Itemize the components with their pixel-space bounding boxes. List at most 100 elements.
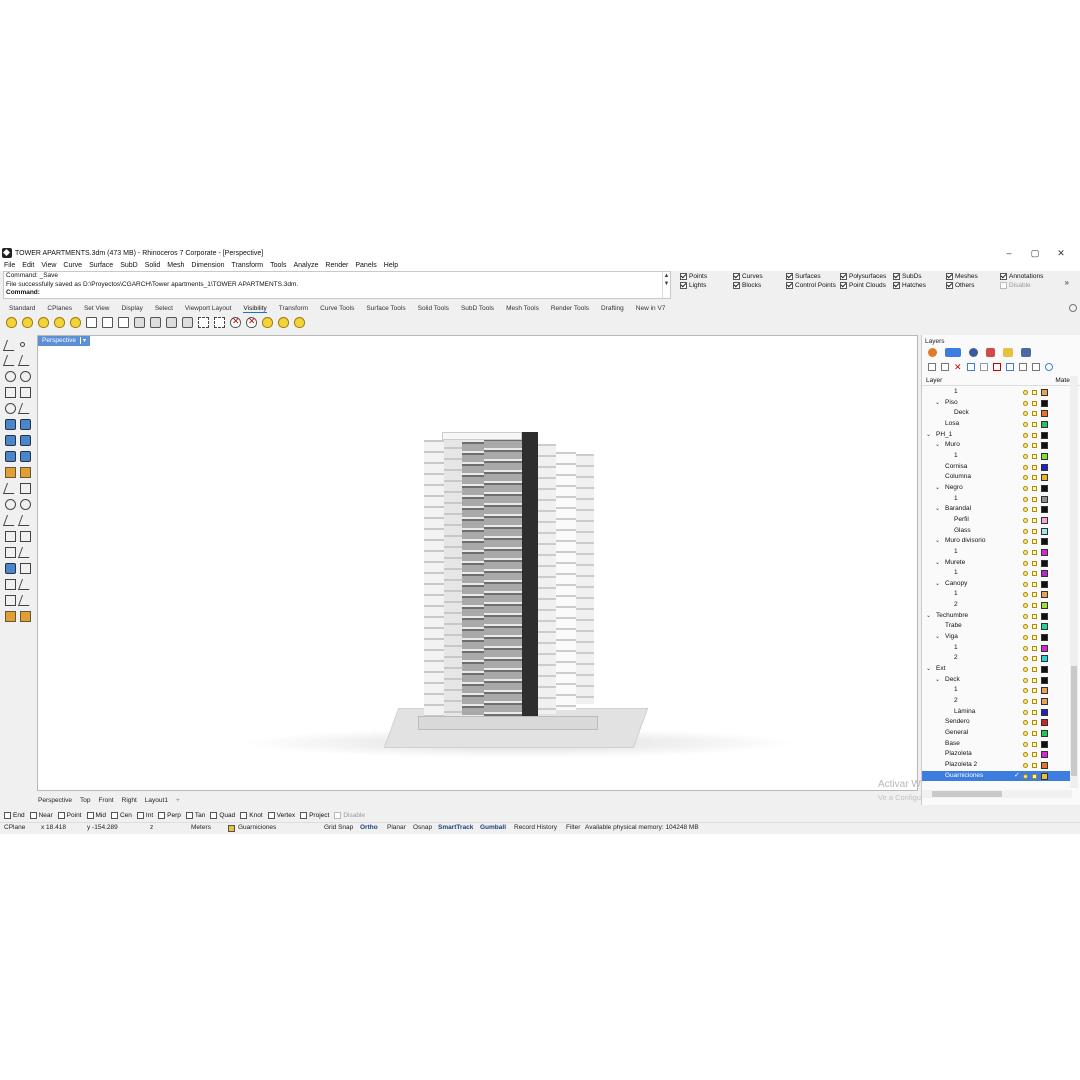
paint-icon[interactable] [20, 611, 31, 622]
osnap-toggle[interactable]: Osnap [413, 824, 432, 831]
layer-row[interactable]: 2 [922, 600, 1070, 611]
filter-curves[interactable]: Curves [733, 273, 763, 280]
menu-tools[interactable]: Tools [270, 262, 286, 269]
menu-edit[interactable]: Edit [22, 262, 34, 269]
lock-icon[interactable] [1032, 421, 1037, 427]
checkbox[interactable] [185, 811, 193, 819]
osnap-vertex[interactable]: Vertex [267, 811, 295, 819]
layer-row[interactable]: Columna [922, 472, 1070, 483]
tab-curve-tools[interactable]: Curve Tools [320, 305, 354, 312]
move-to-parent-icon[interactable] [993, 362, 1001, 371]
chevron-down-icon[interactable]: ⌄ [935, 558, 940, 569]
chevron-down-icon[interactable]: ⌄ [935, 504, 940, 515]
polygon-icon[interactable] [5, 387, 16, 398]
layer-color-swatch[interactable] [1041, 676, 1048, 684]
render-icon[interactable] [5, 611, 16, 622]
checkbox[interactable] [158, 811, 166, 819]
osnap-mid[interactable]: Mid [86, 811, 106, 819]
files-tab-icon[interactable] [1003, 348, 1013, 357]
checkbox[interactable] [267, 811, 275, 819]
viewtab-perspective[interactable]: Perspective [38, 797, 72, 804]
grid-icon[interactable] [198, 317, 209, 328]
checkbox[interactable] [786, 273, 793, 280]
scale-icon[interactable] [20, 499, 31, 510]
lock-icon[interactable] [1032, 464, 1037, 470]
visibility-bulb-icon[interactable] [1023, 421, 1028, 427]
fillet-icon[interactable] [17, 403, 34, 414]
layer-row[interactable]: ⌄ PH_1 [922, 430, 1070, 441]
command-area[interactable]: Command: _Save File successfully saved a… [3, 271, 671, 299]
layer-color-swatch[interactable] [1041, 548, 1048, 556]
new-layer-icon[interactable] [928, 362, 936, 371]
lock-icon[interactable] [1032, 528, 1037, 534]
chevron-down-icon[interactable]: ⌄ [935, 675, 940, 686]
point-icon[interactable] [20, 342, 25, 347]
filter-icon[interactable] [1006, 362, 1014, 371]
checkbox[interactable] [840, 273, 847, 280]
osnap-quad[interactable]: Quad [210, 811, 235, 819]
lock-icon[interactable] [1032, 400, 1037, 406]
lock-icon[interactable] [1032, 613, 1037, 619]
light-bulb-icon[interactable] [22, 317, 33, 328]
visibility-bulb-icon[interactable] [1023, 560, 1028, 566]
visibility-bulb-icon[interactable] [1023, 592, 1028, 598]
visibility-bulb-icon[interactable] [1023, 400, 1028, 406]
grid-icon[interactable] [214, 317, 225, 328]
layer-color-swatch[interactable] [1041, 687, 1048, 695]
layer-row[interactable]: Deck [922, 408, 1070, 419]
menu-solid[interactable]: Solid [145, 262, 161, 269]
chevron-down-icon[interactable]: ⌄ [935, 483, 940, 494]
lock-icon[interactable] [1032, 709, 1037, 715]
osnap-knot[interactable]: Knot [240, 811, 263, 819]
tools-icon[interactable] [1019, 362, 1027, 371]
visibility-bulb-icon[interactable] [1023, 624, 1028, 630]
light-bulb-icon[interactable] [278, 317, 289, 328]
checkbox[interactable] [733, 273, 740, 280]
lock-icon[interactable] [1032, 411, 1037, 417]
layer-color-swatch[interactable] [1041, 655, 1048, 663]
lock-icon[interactable] [1032, 762, 1037, 768]
lock-icon[interactable] [1032, 485, 1037, 491]
layer-color-swatch[interactable] [1041, 410, 1048, 418]
move-icon[interactable] [2, 483, 19, 494]
lock-icon[interactable] [182, 317, 193, 328]
osnap-perp[interactable]: Perp [158, 811, 181, 819]
close-icon[interactable]: ✕ [1048, 248, 1074, 259]
visibility-bulb-icon[interactable] [1023, 773, 1028, 779]
document-icon[interactable] [102, 317, 113, 328]
current-layer[interactable]: Guarniciones [238, 824, 276, 831]
chevron-down-icon[interactable]: ⌄ [935, 536, 940, 547]
layer-list-scrollbar[interactable] [1070, 376, 1078, 788]
checkbox[interactable] [946, 273, 953, 280]
layer-row[interactable]: ⌄ Barandal [922, 504, 1070, 515]
filter-lights[interactable]: Lights [680, 282, 706, 289]
new-sublayer-icon[interactable] [941, 362, 949, 371]
layer-row[interactable]: ⌄ Ext [922, 664, 1070, 675]
layer-row[interactable]: Plazoleta [922, 749, 1070, 760]
filter-annotations[interactable]: Annotations [1000, 273, 1043, 280]
analyze-icon[interactable] [17, 579, 34, 590]
tab-set-view[interactable]: Set View [84, 305, 110, 312]
lock-icon[interactable] [1032, 592, 1037, 598]
checkbox[interactable] [786, 282, 793, 289]
layer-color-swatch[interactable] [1041, 431, 1048, 439]
light-bulb-icon[interactable] [54, 317, 65, 328]
array-icon[interactable] [5, 547, 16, 558]
tab-standard[interactable]: Standard [9, 305, 35, 312]
move-down-icon[interactable] [980, 362, 988, 371]
chevron-down-icon[interactable]: ⌄ [935, 632, 940, 643]
layer-row[interactable]: ⌄ Negro [922, 483, 1070, 494]
viewport-label[interactable]: Perspective ▾ [38, 336, 90, 346]
layer-row[interactable]: 1 [922, 387, 1070, 398]
visibility-bulb-icon[interactable] [1023, 656, 1028, 662]
mirror-icon[interactable] [17, 547, 34, 558]
chevron-down-icon[interactable]: ⌄ [926, 664, 931, 675]
layer-row[interactable]: Perfil [922, 515, 1070, 526]
layer-color-swatch[interactable] [1041, 463, 1048, 471]
document-icon[interactable] [86, 317, 97, 328]
filter-meshes[interactable]: Meshes [946, 273, 978, 280]
visibility-bulb-icon[interactable] [1023, 603, 1028, 609]
viewtab-front[interactable]: Front [98, 797, 113, 804]
layer-color-swatch[interactable] [1041, 495, 1048, 503]
lock-icon[interactable] [1032, 741, 1037, 747]
